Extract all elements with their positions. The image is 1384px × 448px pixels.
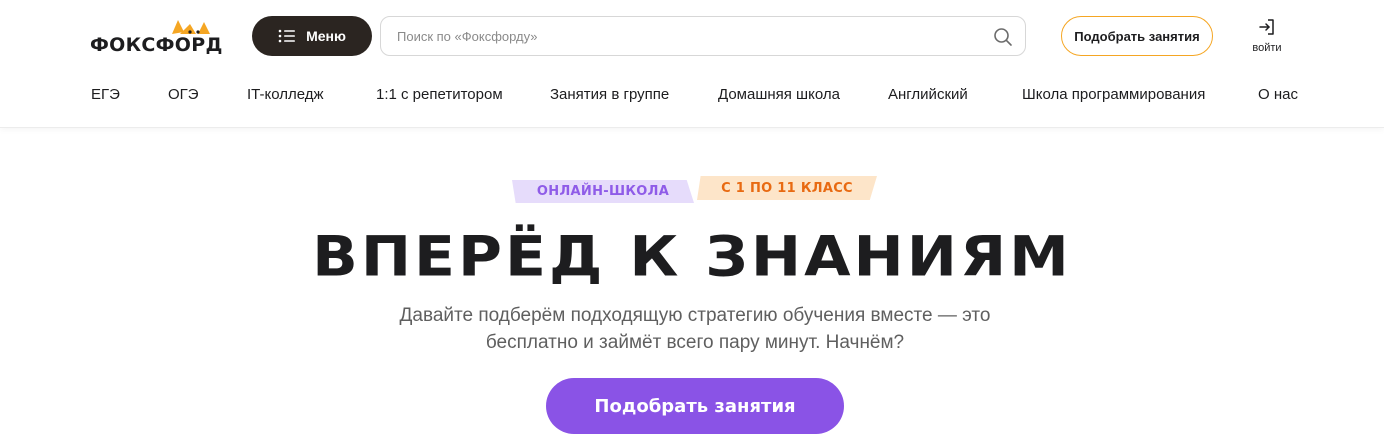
online-school-tag: ОНЛАЙН-ШКОЛА [512,180,694,203]
nav-item-group-classes[interactable]: Занятия в группе [550,86,669,103]
login-label: войти [1252,42,1282,54]
nav-item-programming-school[interactable]: Школа программирования [1022,86,1205,103]
search-icon[interactable] [993,27,1013,47]
site-header: ФОКСФОРД Меню Подобрать занятия войти ЕГ… [0,0,1384,128]
nav-item-ege[interactable]: ЕГЭ [91,86,120,103]
hero-subtitle: Давайте подберём подходящую стратегию об… [399,305,991,353]
pick-classes-header-button[interactable]: Подобрать занятия [1061,16,1213,56]
foxford-logo[interactable]: ФОКСФОРД [90,18,230,56]
nav-item-tutor[interactable]: 1:1 с репетитором [376,86,503,103]
nav-item-english[interactable]: Английский [888,86,968,103]
hero-headline: ВПЕРЁД К ЗНАНИЯМ [312,224,1072,290]
nav-item-oge[interactable]: ОГЭ [168,86,199,103]
login-arrow-icon [1259,19,1274,35]
search-input[interactable] [397,17,987,55]
nav-item-about[interactable]: О нас [1258,86,1298,103]
grade-range-tag: С 1 ПО 11 КЛАСС [697,176,877,200]
nav-item-it-college[interactable]: IT-колледж [247,86,324,103]
nav-item-home-school[interactable]: Домашняя школа [718,86,840,103]
pick-classes-cta-button[interactable]: Подобрать занятия [546,378,844,434]
logo-text: ФОКСФОРД [90,34,223,56]
login-button[interactable]: войти [1244,18,1290,58]
search-box[interactable] [380,16,1026,56]
list-icon [278,29,296,43]
menu-button[interactable]: Меню [252,16,372,56]
menu-label: Меню [306,28,346,44]
